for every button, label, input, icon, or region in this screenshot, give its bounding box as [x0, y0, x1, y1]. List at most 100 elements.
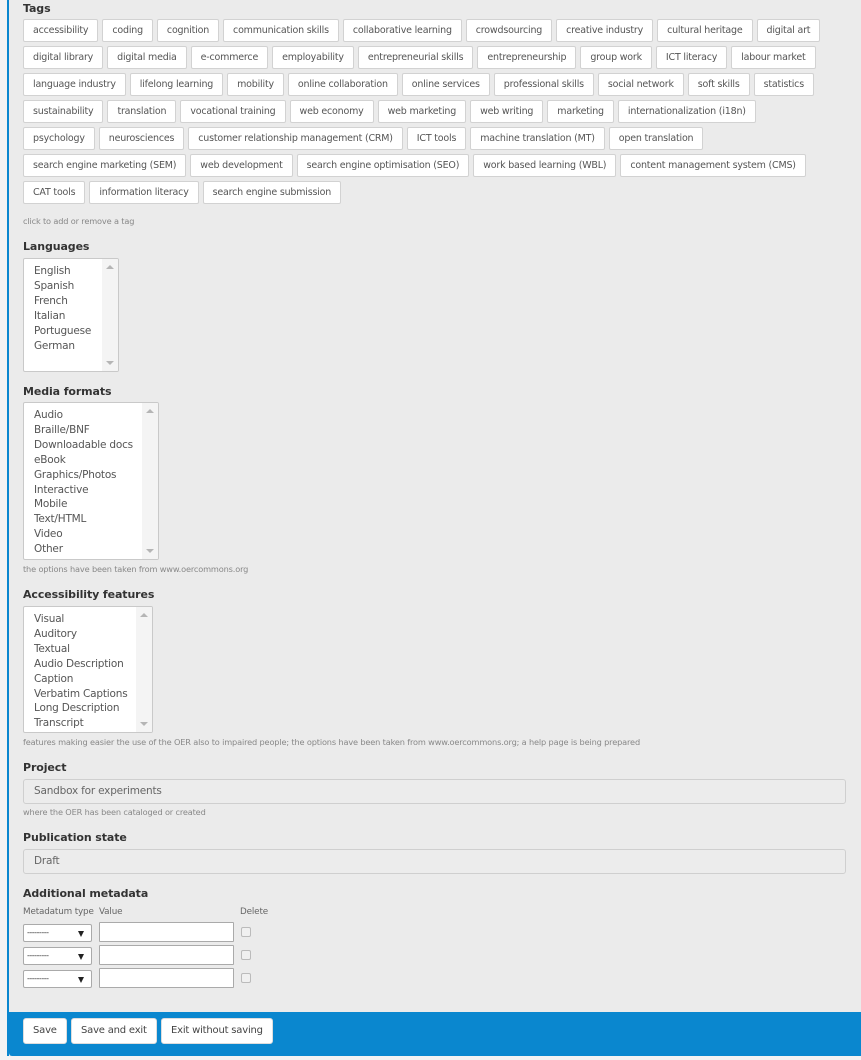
delete-checkbox[interactable]	[241, 973, 251, 983]
select-value: ---------	[27, 974, 49, 983]
tag-button[interactable]: entrepreneurship	[477, 46, 577, 69]
tag-button[interactable]: ICT tools	[406, 127, 467, 150]
scroll-up-icon[interactable]	[146, 409, 154, 413]
languages-option[interactable]: German	[34, 339, 91, 354]
metadatum-type-select[interactable]: ---------	[23, 924, 92, 942]
media-format-option[interactable]: Text/HTML	[34, 512, 133, 527]
tag-button[interactable]: online services	[401, 73, 490, 96]
tag-button[interactable]: labour market	[731, 46, 816, 69]
tag-button[interactable]: neurosciences	[98, 127, 185, 150]
tag-button[interactable]: digital media	[107, 46, 187, 69]
media-format-option[interactable]: Mobile	[34, 497, 133, 512]
tag-button[interactable]: professional skills	[493, 73, 594, 96]
media-format-option[interactable]: Downloadable docs	[34, 438, 133, 453]
tag-button[interactable]: digital art	[756, 19, 821, 42]
tag-button[interactable]: search engine submission	[202, 181, 342, 204]
tag-button[interactable]: web writing	[470, 100, 544, 123]
scroll-up-icon[interactable]	[106, 265, 114, 269]
tag-button[interactable]: mobility	[227, 73, 284, 96]
tag-button[interactable]: ICT literacy	[655, 46, 728, 69]
tag-button[interactable]: accessibility	[23, 19, 99, 42]
tag-button[interactable]: entrepreneurial skills	[357, 46, 474, 69]
tag-button[interactable]: language industry	[23, 73, 126, 96]
delete-checkbox[interactable]	[241, 927, 251, 937]
tag-button[interactable]: digital library	[23, 46, 104, 69]
tag-button[interactable]: customer relationship management (CRM)	[188, 127, 403, 150]
metadata-value-input[interactable]	[99, 945, 234, 965]
save-and-exit-button[interactable]: Save and exit	[71, 1018, 157, 1044]
tag-button[interactable]: soft skills	[687, 73, 750, 96]
project-field: Sandbox for experiments	[23, 779, 846, 804]
tag-button[interactable]: translation	[107, 100, 177, 123]
tag-button[interactable]: internationalization (i18n)	[617, 100, 756, 123]
tag-button[interactable]: web economy	[289, 100, 374, 123]
languages-option[interactable]: Italian	[34, 309, 91, 324]
tag-button[interactable]: communication skills	[223, 19, 339, 42]
accessibility-feature-option[interactable]: Auditory	[34, 627, 127, 642]
tag-button[interactable]: sustainability	[23, 100, 104, 123]
metadatum-type-select[interactable]: ---------	[23, 970, 92, 988]
tag-button[interactable]: crowdsourcing	[465, 19, 553, 42]
delete-checkbox[interactable]	[241, 950, 251, 960]
tag-button[interactable]: search engine marketing (SEM)	[23, 154, 187, 177]
languages-option[interactable]: English	[34, 264, 91, 279]
media-formats-select[interactable]: Audio Braille/BNF Downloadable docs eBook Gr…	[23, 402, 159, 560]
accessibility-features-scrollbar[interactable]	[136, 607, 152, 732]
metadata-value-input[interactable]	[99, 922, 234, 942]
accessibility-feature-option[interactable]: Long Description	[34, 701, 127, 716]
scroll-down-icon[interactable]	[140, 722, 148, 726]
languages-scrollbar[interactable]	[102, 259, 118, 371]
media-format-option[interactable]: Braille/BNF	[34, 423, 133, 438]
tags-label: Tags	[23, 2, 51, 15]
scroll-up-icon[interactable]	[140, 613, 148, 617]
tag-button[interactable]: vocational training	[180, 100, 286, 123]
tag-button[interactable]: employability	[272, 46, 354, 69]
languages-option[interactable]: Spanish	[34, 279, 91, 294]
tag-button[interactable]: coding	[102, 19, 153, 42]
media-format-option[interactable]: Other	[34, 542, 133, 557]
languages-option[interactable]: French	[34, 294, 91, 309]
tag-button[interactable]: web marketing	[377, 100, 467, 123]
tag-button[interactable]: online collaboration	[287, 73, 398, 96]
media-format-option[interactable]: Audio	[34, 408, 133, 423]
media-format-option[interactable]: Graphics/Photos	[34, 468, 133, 483]
accessibility-feature-option[interactable]: Caption	[34, 672, 127, 687]
tag-button[interactable]: cultural heritage	[657, 19, 753, 42]
media-format-option[interactable]: Interactive	[34, 483, 133, 498]
accessibility-feature-option[interactable]: Visual	[34, 612, 127, 627]
tag-button[interactable]: machine translation (MT)	[470, 127, 605, 150]
tag-button[interactable]: CAT tools	[23, 181, 86, 204]
media-formats-scrollbar[interactable]	[142, 403, 158, 559]
tag-button[interactable]: web development	[190, 154, 293, 177]
metadata-value-input[interactable]	[99, 968, 234, 988]
tag-button[interactable]: information literacy	[89, 181, 199, 204]
tag-button[interactable]: collaborative learning	[342, 19, 462, 42]
languages-select[interactable]: English Spanish French Italian Portuguese Ger…	[23, 258, 119, 372]
media-format-option[interactable]: eBook	[34, 453, 133, 468]
tag-button[interactable]: lifelong learning	[129, 73, 224, 96]
tag-button[interactable]: cognition	[156, 19, 220, 42]
tag-button[interactable]: statistics	[753, 73, 814, 96]
media-format-option[interactable]: Video	[34, 527, 133, 542]
scroll-down-icon[interactable]	[146, 549, 154, 553]
accessibility-feature-option[interactable]: Verbatim Captions	[34, 687, 128, 702]
accessibility-feature-option[interactable]: Textual	[34, 642, 127, 657]
tag-button[interactable]: search engine optimisation (SEO)	[296, 154, 470, 177]
accessibility-feature-option[interactable]: Transcript	[34, 716, 127, 731]
languages-option[interactable]: Portuguese	[34, 324, 91, 339]
tag-button[interactable]: group work	[580, 46, 652, 69]
tag-button[interactable]: marketing	[547, 100, 614, 123]
tag-button[interactable]: e-commerce	[190, 46, 269, 69]
tag-button[interactable]: work based learning (WBL)	[473, 154, 617, 177]
tag-button[interactable]: content management system (CMS)	[620, 154, 806, 177]
tag-button[interactable]: psychology	[23, 127, 95, 150]
accessibility-features-select[interactable]: Visual Auditory Textual Audio Description Ca…	[23, 606, 153, 733]
tag-button[interactable]: open translation	[608, 127, 704, 150]
save-button[interactable]: Save	[23, 1018, 67, 1044]
tag-button[interactable]: social network	[597, 73, 684, 96]
tag-button[interactable]: creative industry	[556, 19, 654, 42]
accessibility-feature-option[interactable]: Audio Description	[34, 657, 127, 672]
exit-without-saving-button[interactable]: Exit without saving	[161, 1018, 273, 1044]
scroll-down-icon[interactable]	[106, 361, 114, 365]
metadatum-type-select[interactable]: ---------	[23, 947, 92, 965]
